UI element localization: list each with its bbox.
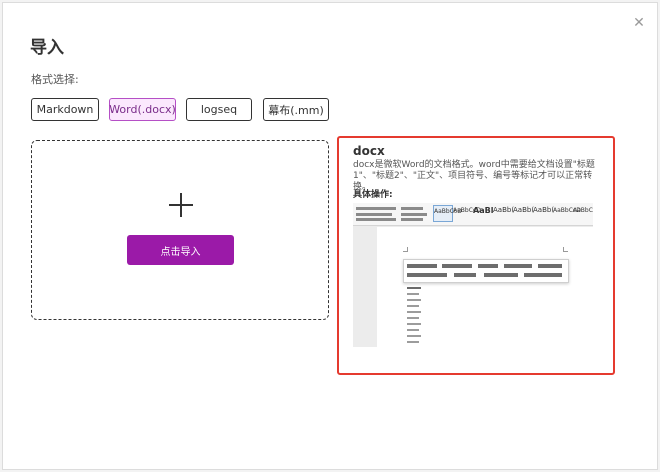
style-sample: AaBbCcD (453, 207, 481, 214)
word-screenshot-preview: AaBbCcD AaBbCcD AaBl AaBb( AaBb( AaBb( A… (353, 203, 593, 347)
word-document-page (377, 227, 593, 347)
close-icon[interactable]: ✕ (631, 15, 647, 31)
import-button[interactable]: 点击导入 (127, 235, 234, 265)
import-dialog: ✕ 导入 格式选择: Markdown Word(.docx) logseq 幕… (2, 2, 658, 470)
plus-icon[interactable] (169, 193, 193, 217)
format-word-button[interactable]: Word(.docx) (109, 98, 176, 121)
style-sample: AaBl (473, 206, 494, 215)
word-ribbon: AaBbCcD AaBbCcD AaBl AaBb( AaBb( AaBb( A… (353, 203, 593, 226)
dialog-title: 导入 (30, 38, 64, 58)
style-sample: AaBb( (513, 206, 535, 214)
format-logseq-button[interactable]: logseq (186, 98, 252, 121)
style-sample: AaBbCcD (553, 207, 581, 214)
file-dropzone[interactable]: 点击导入 (31, 140, 329, 320)
format-mubu-button[interactable]: 幕布(.mm) (263, 98, 329, 121)
mini-toolbar (403, 259, 569, 283)
info-title: docx (353, 144, 385, 158)
format-markdown-button[interactable]: Markdown (31, 98, 99, 121)
style-sample: AaBb( (493, 206, 515, 214)
info-ops-label: 具体操作: (353, 190, 393, 200)
style-sample: AaBb( (533, 206, 555, 214)
format-info-panel: docx docx是微软Word的文档格式。word中需要给文档设置"标题1"、… (337, 136, 615, 375)
style-sample: AaBbCcD (433, 205, 462, 222)
style-sample: AaBbCcD (573, 207, 593, 214)
format-label: 格式选择: (31, 73, 79, 86)
